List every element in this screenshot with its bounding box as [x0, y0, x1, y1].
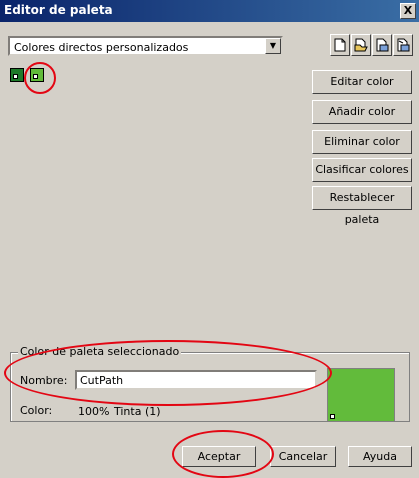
dropdown-arrow-icon[interactable]: ▼	[265, 38, 281, 54]
name-label: Nombre:	[20, 374, 68, 387]
color-label: Color:	[20, 404, 53, 417]
spot-color-marker	[330, 414, 335, 419]
selected-color-group-label: Color de paleta seleccionado	[18, 345, 182, 358]
delete-color-button[interactable]: Eliminar color	[312, 130, 412, 154]
cancel-button[interactable]: Cancelar	[270, 446, 336, 467]
save-as-palette-icon	[397, 38, 410, 52]
open-palette-icon	[354, 38, 368, 52]
sort-colors-button[interactable]: Clasificar colores ▼	[312, 158, 412, 197]
sort-colors-label: Clasificar colores	[315, 163, 409, 176]
save-palette-button[interactable]	[372, 34, 392, 56]
open-palette-button[interactable]	[351, 34, 371, 56]
save-palette-icon	[376, 38, 389, 52]
selected-color-swatch	[327, 368, 395, 422]
spot-color-marker	[13, 74, 18, 79]
close-button[interactable]: X	[400, 3, 416, 19]
accept-button[interactable]: Aceptar	[182, 446, 256, 467]
edit-color-button[interactable]: Editar color	[312, 70, 412, 94]
title-bar: Editor de paleta X	[0, 0, 419, 22]
color-percent: 100%	[78, 405, 110, 418]
palette-dropdown-value: Colores directos personalizados	[14, 41, 189, 54]
color-swatch-selected[interactable]	[30, 68, 44, 82]
add-color-button[interactable]: Añadir color	[312, 100, 412, 124]
help-button[interactable]: Ayuda	[348, 446, 412, 467]
color-type: Tinta (1)	[114, 405, 161, 418]
color-name-field[interactable]	[77, 373, 312, 387]
window-title: Editor de paleta	[4, 3, 113, 17]
spot-color-marker	[33, 74, 38, 79]
color-name-field-box	[75, 370, 317, 390]
palette-dropdown[interactable]: Colores directos personalizados ▼	[8, 36, 283, 56]
new-palette-button[interactable]	[330, 34, 350, 56]
color-swatch[interactable]	[10, 68, 24, 82]
reset-palette-button[interactable]: Restablecer paleta	[312, 186, 412, 226]
new-palette-icon	[334, 38, 346, 52]
save-as-palette-button[interactable]	[393, 34, 413, 56]
